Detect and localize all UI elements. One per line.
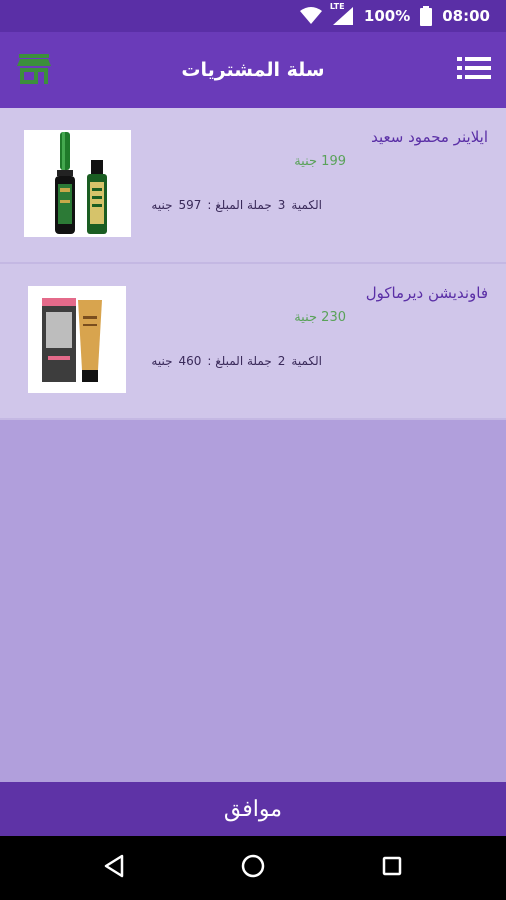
total-label: جملة المبلغ : [207, 198, 272, 212]
recents-button[interactable] [376, 852, 408, 884]
product-price: 199 جنية [294, 154, 346, 169]
app-bar: سلة المشتريات [0, 32, 506, 108]
total-value: 460 [178, 354, 202, 368]
back-triangle-icon [103, 854, 125, 882]
home-button[interactable] [237, 852, 269, 884]
total-currency: جنيه [151, 198, 173, 212]
list-menu-icon [457, 57, 491, 83]
navigation-bar [0, 836, 506, 900]
product-name: فاونديشن ديرماكول [365, 284, 488, 302]
product-price: 230 جنية [294, 310, 346, 325]
battery-icon [420, 6, 433, 26]
menu-button[interactable] [456, 56, 492, 84]
network-type: LTE [329, 2, 345, 11]
cart-item[interactable]: ايلاينر محمود سعيد 199 جنية الكمية 3 جملة … [0, 108, 506, 264]
total-currency: جنيه [151, 354, 173, 368]
item-summary: الكمية 2 جملة المبلغ : 460 جنيه [145, 354, 322, 368]
recents-square-icon [381, 855, 403, 881]
home-circle-icon [240, 853, 266, 883]
back-button[interactable] [98, 852, 130, 884]
page-title: سلة المشتريات [181, 59, 325, 81]
wifi-icon [299, 7, 322, 25]
product-image-eyeliner [24, 130, 131, 237]
item-summary: الكمية 3 جملة المبلغ : 597 جنيه [145, 198, 322, 212]
product-image-foundation [28, 286, 126, 393]
total-value: 597 [178, 198, 202, 212]
quantity-label: الكمية [291, 198, 322, 212]
quantity-value: 2 [277, 354, 286, 368]
lte-signal-icon: LTE [330, 2, 354, 26]
product-name: ايلاينر محمود سعيد [371, 128, 488, 146]
battery-percent: 100% [363, 7, 411, 25]
ok-button[interactable]: موافق [0, 782, 506, 836]
quantity-label: الكمية [291, 354, 322, 368]
clock: 08:00 [442, 7, 490, 25]
status-indicators: LTE 100% 08:00 [299, 0, 490, 32]
total-label: جملة المبلغ : [207, 354, 272, 368]
cart-list: ايلاينر محمود سعيد 199 جنية الكمية 3 جملة … [0, 108, 506, 420]
quantity-value: 3 [277, 198, 286, 212]
cart-item[interactable]: فاونديشن ديرماكول 230 جنية الكمية 2 جملة ا… [0, 264, 506, 420]
status-bar: LTE 100% 08:00 [0, 0, 506, 32]
